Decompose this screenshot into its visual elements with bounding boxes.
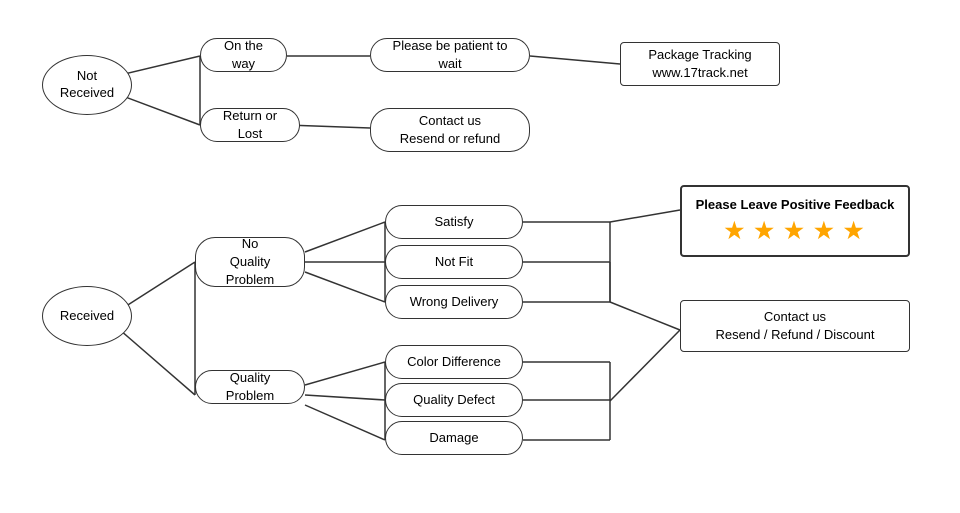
- wrong-delivery-node: Wrong Delivery: [385, 285, 523, 319]
- package-tracking-node: Package Trackingwww.17track.net: [620, 42, 780, 86]
- quality-defect-node: Quality Defect: [385, 383, 523, 417]
- contact-resend-refund2-node: Contact usResend / Refund / Discount: [680, 300, 910, 352]
- patient-wait-node: Please be patient to wait: [370, 38, 530, 72]
- not-fit-node: Not Fit: [385, 245, 523, 279]
- contact-resend-refund-node: Contact usResend or refund: [370, 108, 530, 152]
- feedback-box: Please Leave Positive Feedback ★ ★ ★ ★ ★: [680, 185, 910, 257]
- quality-problem-node: Quality Problem: [195, 370, 305, 404]
- not-received-node: Not Received: [42, 55, 132, 115]
- return-or-lost-node: Return or Lost: [200, 108, 300, 142]
- stars: ★ ★ ★ ★ ★: [724, 216, 865, 247]
- satisfy-node: Satisfy: [385, 205, 523, 239]
- on-the-way-node: On the way: [200, 38, 287, 72]
- damage-node: Damage: [385, 421, 523, 455]
- no-quality-problem-node: NoQuality Problem: [195, 237, 305, 287]
- color-difference-node: Color Difference: [385, 345, 523, 379]
- received-node: Received: [42, 286, 132, 346]
